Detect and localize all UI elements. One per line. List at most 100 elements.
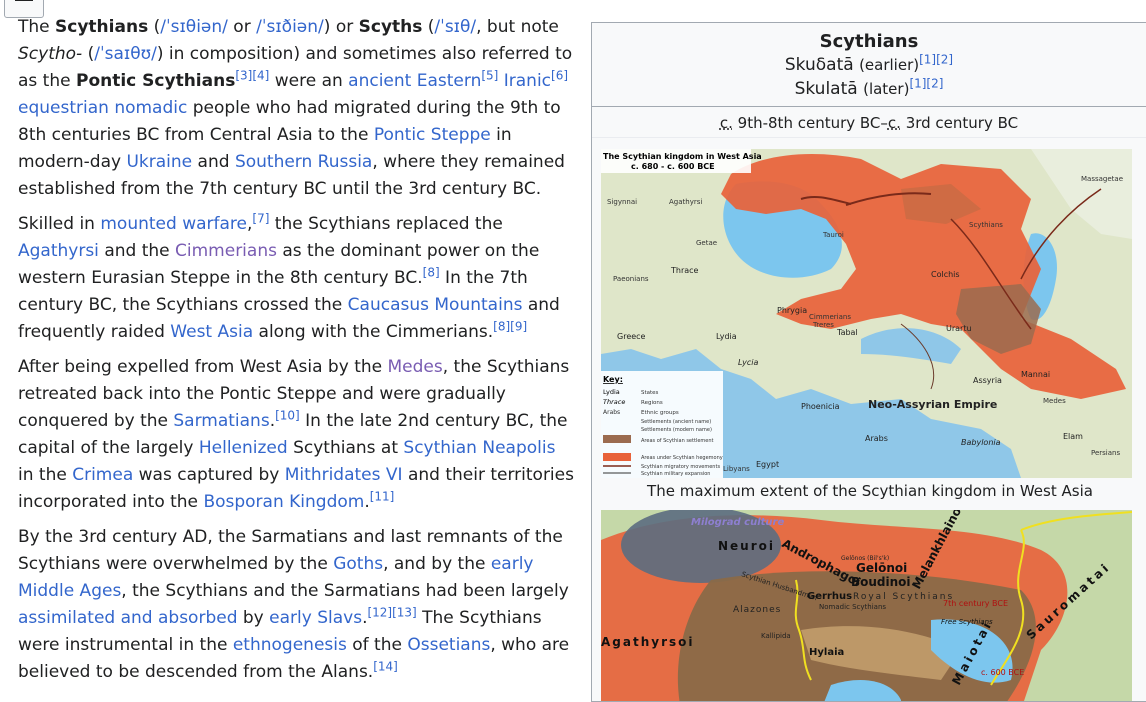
text: by — [237, 608, 270, 628]
italic-prefix: Scytho- — [18, 44, 83, 64]
map-key-item: Regions — [641, 400, 663, 406]
link-bosporan-kingdom[interactable]: Bosporan Kingdom — [203, 492, 364, 512]
link-agathyrsi[interactable]: Agathyrsi — [18, 241, 99, 261]
map-title: The Scythian kingdom in West Asia — [603, 152, 762, 161]
link-hellenized[interactable]: Hellenized — [199, 438, 288, 458]
link-southern-russia[interactable]: Southern Russia — [235, 152, 372, 172]
link-early-slavs[interactable]: early Slavs — [269, 608, 362, 628]
map-label: Arabs — [865, 434, 888, 443]
map-label: Mannai — [1021, 370, 1050, 379]
map-label: Medes — [1043, 397, 1066, 405]
map-subtitle: c. 680 - c. 600 BCE — [631, 162, 715, 171]
link-west-asia[interactable]: West Asia — [170, 322, 253, 342]
map-label: Treres — [812, 321, 834, 329]
name-note: (later) — [863, 80, 910, 98]
reference-link[interactable]: [8] — [423, 265, 440, 279]
link-ethnogenesis[interactable]: ethnogenesis — [233, 635, 347, 655]
link-goths[interactable]: Goths — [333, 554, 383, 574]
map-label: Colchis — [931, 270, 960, 279]
reference-link[interactable]: [14] — [373, 659, 398, 673]
map-label: Agathyrsoi — [601, 635, 695, 649]
infobox-title: Scythians — [819, 31, 919, 52]
reference-link[interactable]: [10] — [275, 408, 300, 422]
link-ukraine[interactable]: Ukraine — [126, 152, 192, 172]
map-label: Milograd culture — [691, 517, 784, 528]
paragraph-4: By the 3rd century AD, the Sarmatians an… — [18, 524, 574, 686]
reference-link[interactable]: [1][2] — [919, 52, 953, 66]
reference-link[interactable]: [8][9] — [493, 319, 527, 333]
reference-link[interactable]: [11] — [370, 489, 395, 503]
circa-abbr: c. — [719, 114, 733, 132]
text: 9th-8th century BC– — [732, 114, 888, 132]
map-label: Kallipida — [761, 632, 791, 640]
map-key-sample: Lydia — [603, 388, 620, 396]
map-scythian-tribes[interactable]: Milograd culture Neuroi Androphagoi Gelō… — [601, 510, 1132, 701]
ipa-link[interactable]: /ˈsɪθiən/ — [160, 17, 228, 37]
text: ) or — [323, 17, 359, 37]
infobox-native-name-late: Skulatā (later)[1][2] — [592, 77, 1146, 101]
link-ancient-eastern[interactable]: ancient Eastern — [348, 71, 481, 91]
paragraph-2: Skilled in mounted warfare,[7] the Scyth… — [18, 211, 574, 346]
map-key-title: Key: — [603, 375, 623, 384]
map-label: Phoenicia — [801, 402, 840, 411]
map-label: 7th century BCE — [943, 599, 1008, 608]
map-label: Cimmerians — [809, 313, 851, 321]
map-label: Tabal — [836, 328, 858, 337]
link-crimea[interactable]: Crimea — [72, 465, 133, 485]
map-label: Gelōnoi — [856, 561, 907, 575]
map-key-sample: Arabs — [603, 409, 620, 416]
link-medes[interactable]: Medes — [388, 357, 443, 377]
text: and the — [98, 241, 176, 261]
link-mounted-warfare[interactable]: mounted warfare — [100, 214, 247, 234]
reference-link[interactable]: [3][4] — [235, 68, 269, 82]
reference-link[interactable]: [5] — [481, 68, 498, 82]
text: along with the Cimmerians. — [253, 322, 494, 342]
map-key-item: States — [641, 390, 659, 396]
map-label: Libyans — [723, 465, 750, 473]
link-scythian-neapolis[interactable]: Scythian Neapolis — [403, 438, 555, 458]
paragraph-1: The Scythians (/ˈsɪθiən/ or /ˈsɪðiən/) o… — [18, 14, 574, 203]
infobox-dates: c. 9th-8th century BC–c. 3rd century BC — [592, 107, 1146, 137]
link-mithridates-vi[interactable]: Mithridates VI — [285, 465, 403, 485]
map-label: Neuroi — [718, 539, 775, 553]
map-key-item: Settlements (modern name) — [641, 427, 712, 433]
reference-link[interactable]: [1][2] — [909, 76, 943, 90]
link-ossetians[interactable]: Ossetians — [407, 635, 490, 655]
link-cimmerians[interactable]: Cimmerians — [175, 241, 277, 261]
reference-link[interactable]: [6] — [551, 68, 568, 82]
text: or — [227, 17, 257, 37]
bold-name: Pontic Scythians — [75, 71, 236, 91]
map-key-sample: Thrace — [603, 398, 625, 406]
ipa-link[interactable]: /ˈsɪðiən/ — [256, 17, 324, 37]
infobox: Scythians Skuδatā (earlier)[1][2] Skulat… — [591, 22, 1146, 702]
map-label: Boudinoi — [851, 575, 911, 589]
ipa-link[interactable]: /ˈsaɪθʊ/ — [94, 44, 157, 64]
map-scythian-kingdom-west-asia[interactable]: The Scythian kingdom in West Asia c. 680… — [601, 149, 1132, 478]
text: the Scythians replaced the — [269, 214, 503, 234]
native-name: Skuδatā — [784, 55, 854, 75]
bold-name: Scyths — [358, 17, 423, 37]
link-equestrian-nomadic[interactable]: equestrian nomadic — [18, 98, 187, 118]
map-label: Paeonians — [613, 275, 649, 283]
ipa-link[interactable]: /ˈsɪθ/ — [434, 17, 476, 37]
map-label: Phrygia — [777, 306, 807, 315]
map-label: Assyria — [973, 376, 1002, 385]
map-label: Lydia — [716, 332, 737, 341]
link-sarmatians[interactable]: Sarmatians — [173, 411, 269, 431]
link-caucasus-mountains[interactable]: Caucasus Mountains — [348, 295, 523, 315]
map-image: Milograd culture Neuroi Androphagoi Gelō… — [601, 510, 1132, 701]
map-label: Thrace — [670, 266, 699, 275]
reference-link[interactable]: [12][13] — [367, 605, 416, 619]
map-label: Royal Scythians — [853, 592, 954, 602]
link-pontic-steppe[interactable]: Pontic Steppe — [374, 125, 491, 145]
reference-link[interactable]: [7] — [252, 211, 269, 225]
map-label: Nomadic Scythians — [819, 603, 886, 611]
bold-name: Scythians — [55, 17, 149, 37]
map-label: c. 600 BCE — [981, 668, 1024, 677]
text: After being expelled from West Asia by t… — [18, 357, 388, 377]
map-key-item: Areas of Scythian settlement — [641, 438, 714, 444]
text: of the — [346, 635, 408, 655]
infobox-native-name-early: Skuδatā (earlier)[1][2] — [592, 53, 1146, 77]
link-iranic[interactable]: Iranic — [504, 71, 551, 91]
link-assimilated-absorbed[interactable]: assimilated and absorbed — [18, 608, 237, 628]
